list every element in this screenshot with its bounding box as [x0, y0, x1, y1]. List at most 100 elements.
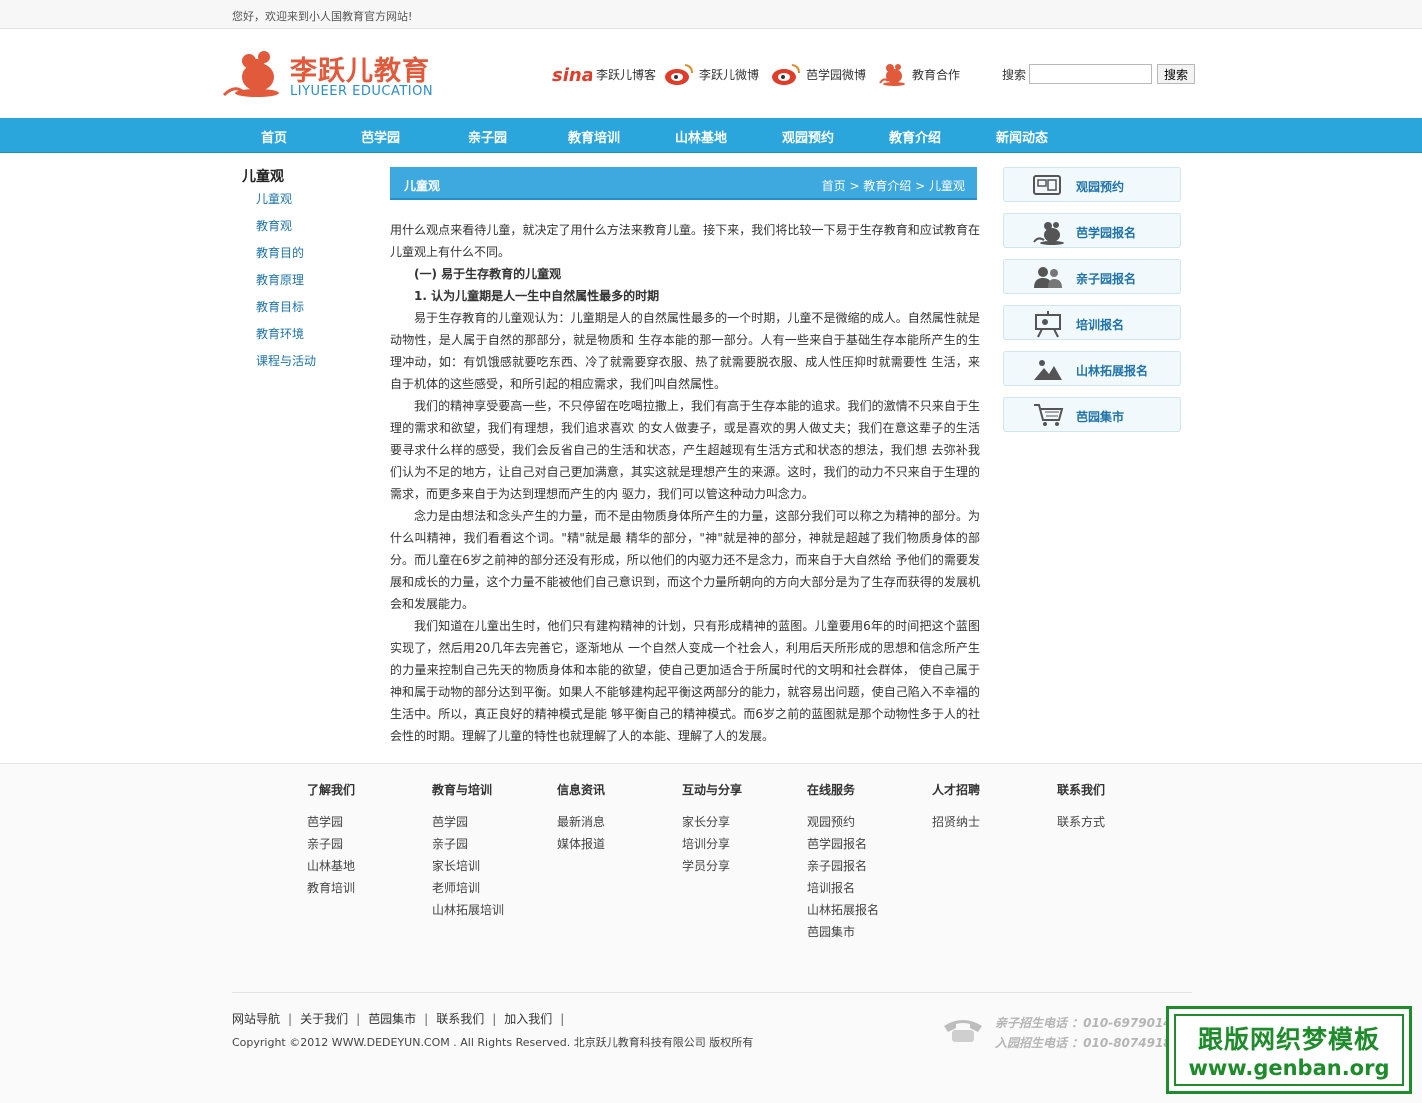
content-header: 儿童观 首页 > 教育介绍 > 儿童观 [390, 167, 977, 200]
sidebar-item-courses-activities[interactable]: 课程与活动 [256, 352, 316, 379]
separator: | [492, 1012, 497, 1026]
footer-column-service: 在线服务 观园预约 芭学园报名 亲子园报名 培训报名 山林拓展报名 芭园集市 [807, 781, 879, 945]
enrollment-phones: 亲子招生电话 ：010-6979014 入园招生电话 ：010-8074918 [995, 1013, 1175, 1053]
footer-link[interactable]: 家长培训 [432, 857, 504, 879]
search-input[interactable] [1029, 64, 1153, 84]
search-button[interactable]: 搜索 [1157, 64, 1196, 84]
footer-column-title: 联系我们 [1057, 783, 1106, 797]
social-blog-label: 李跃儿博客 [596, 67, 657, 82]
footer-link[interactable]: 芭学园 [307, 813, 355, 835]
footer-column-jobs: 人才招聘 招贤纳士 [932, 781, 980, 835]
footer-link[interactable]: 联系方式 [1057, 813, 1105, 835]
sidebar-item-education-environment[interactable]: 教育环境 [256, 325, 316, 352]
footer-link[interactable]: 观园预约 [807, 813, 879, 835]
social-cooperation-label: 教育合作 [912, 67, 961, 82]
footer-link[interactable]: 培训分享 [682, 835, 742, 857]
footer-link[interactable]: 家长分享 [682, 813, 742, 835]
nav-visit-booking[interactable]: 观园预约 [782, 127, 834, 146]
footer-column-title: 了解我们 [307, 783, 356, 797]
article-paragraph: 念力是由想法和念头产生的力量，而不是由物质身体所产生的力量，这部分我们可以称之为… [390, 509, 980, 611]
baxueyuan-signup-button[interactable]: 芭学园报名 [1003, 213, 1181, 248]
forest-signup-button[interactable]: 山林拓展报名 [1003, 351, 1181, 386]
nav-forest-base[interactable]: 山林基地 [675, 127, 727, 146]
training-signup-button[interactable]: 培训报名 [1003, 305, 1181, 340]
separator: | [560, 1012, 565, 1026]
site-logo[interactable]: 李跃儿教育 LIYUEER EDUCATION [220, 47, 450, 103]
sidebar-item-education-goal[interactable]: 教育目标 [256, 298, 316, 325]
footer-link[interactable]: 教育培训 [307, 879, 355, 901]
footer-divider [232, 992, 1192, 993]
forest-signup-label: 山林拓展报名 [1076, 364, 1149, 378]
footer-about-link[interactable]: 关于我们 [300, 1012, 348, 1026]
social-baxueyuan-weibo-label: 芭学园微博 [806, 67, 867, 82]
nav-education-intro[interactable]: 教育介绍 [889, 127, 941, 146]
footer-link[interactable]: 山林拓展培训 [432, 901, 504, 923]
social-cooperation-link[interactable]: 教育合作 [878, 60, 960, 88]
footer-column-contact: 联系我们 联系方式 [1057, 781, 1105, 835]
watermark-url: www.genban.org [1188, 1056, 1390, 1080]
sidebar-item-children-view[interactable]: 儿童观 [256, 190, 316, 217]
sidebar-item-education-view[interactable]: 教育观 [256, 217, 316, 244]
footer-column-title: 互动与分享 [682, 783, 743, 797]
article-heading: (一) 易于生存教育的儿童观 [414, 267, 562, 281]
footer-link[interactable]: 亲子园 [432, 835, 504, 857]
social-baxueyuan-weibo-link[interactable]: 芭学园微博 [770, 60, 866, 88]
separator: | [288, 1012, 293, 1026]
footer-column-news: 信息资讯 最新消息 媒体报道 [557, 781, 605, 857]
footer-bottom-links: 网站导航 | 关于我们 | 芭园集市 | 联系我们 | 加入我们 | [232, 1010, 572, 1027]
footer-column-education: 教育与培训 芭学园 亲子园 家长培训 老师培训 山林拓展培训 [432, 781, 504, 923]
nav-qinziyuan[interactable]: 亲子园 [468, 127, 507, 146]
qinziyuan-signup-button[interactable]: 亲子园报名 [1003, 259, 1181, 294]
sidebar-item-education-purpose[interactable]: 教育目的 [256, 244, 316, 271]
nav-home[interactable]: 首页 [261, 127, 287, 146]
footer-link[interactable]: 亲子园报名 [807, 857, 879, 879]
separator: | [356, 1012, 361, 1026]
svg-text:sina: sina [552, 65, 592, 86]
weibo-icon [772, 64, 800, 85]
footer-sitemap-link[interactable]: 网站导航 [232, 1012, 280, 1026]
social-weibo-link[interactable]: 李跃儿微博 [663, 60, 759, 88]
sidebar-item-education-principle[interactable]: 教育原理 [256, 271, 316, 298]
article-paragraph: 我们的精神享受要高一些，不只停留在吃喝拉撒上，我们有高于生存本能的追求。我们的激… [390, 399, 980, 501]
logo-english-name: LIYUEER EDUCATION [290, 84, 434, 99]
footer-join-link[interactable]: 加入我们 [504, 1012, 552, 1026]
footer-column-about: 了解我们 芭学园 亲子园 山林基地 教育培训 [307, 781, 355, 901]
footer-link[interactable]: 芭学园 [432, 813, 504, 835]
footer-link[interactable]: 培训报名 [807, 879, 879, 901]
nav-news[interactable]: 新闻动态 [996, 127, 1048, 146]
phone-line-2: 入园招生电话 ：010-8074918 [995, 1036, 1172, 1050]
mountain-icon [1034, 360, 1062, 380]
footer-column-share: 互动与分享 家长分享 培训分享 学员分享 [682, 781, 742, 879]
article-paragraph: 用什么观点来看待儿童，就决定了用什么方法来教育儿童。接下来，我们将比较一下易于生… [390, 223, 980, 259]
footer-link[interactable]: 媒体报道 [557, 835, 605, 857]
social-weibo-label: 李跃儿微博 [699, 67, 760, 82]
market-button[interactable]: 芭园集市 [1003, 397, 1181, 432]
nav-baxueyuan[interactable]: 芭学园 [361, 127, 400, 146]
footer-link[interactable]: 学员分享 [682, 857, 742, 879]
logo-chinese-name: 李跃儿教育 [290, 56, 430, 87]
sidebar-title: 儿童观 [242, 169, 284, 185]
breadcrumb[interactable]: 首页 > 教育介绍 > 儿童观 [822, 177, 965, 194]
footer-column-title: 教育与培训 [432, 783, 493, 797]
footer-link[interactable]: 最新消息 [557, 813, 605, 835]
separator: | [424, 1012, 429, 1026]
footer-contact-link[interactable]: 联系我们 [436, 1012, 484, 1026]
footer-link[interactable]: 亲子园 [307, 835, 355, 857]
mouse-logo-icon [222, 51, 279, 97]
article-paragraph: 易于生存教育的儿童观认为：儿童期是人的自然属性最多的一个时期，儿童不是微缩的成人… [390, 311, 980, 391]
welcome-text: 您好，欢迎来到小人国教育官方网站! [232, 10, 413, 23]
footer-link[interactable]: 芭园集市 [807, 923, 879, 945]
footer-link[interactable]: 老师培训 [432, 879, 504, 901]
content-title: 儿童观 [404, 179, 441, 193]
footer-link[interactable]: 山林拓展报名 [807, 901, 879, 923]
watermark-inner: 跟版网织梦模板 www.genban.org [1174, 1014, 1404, 1086]
footer-link[interactable]: 芭学园报名 [807, 835, 879, 857]
footer-link[interactable]: 山林基地 [307, 857, 355, 879]
footer-link[interactable]: 招贤纳士 [932, 813, 980, 835]
social-blog-link[interactable]: sina 李跃儿博客 [552, 60, 656, 88]
nav-education-training[interactable]: 教育培训 [568, 127, 620, 146]
visit-booking-button[interactable]: 观园预约 [1003, 167, 1181, 202]
mouse-icon [879, 64, 905, 86]
footer-market-link[interactable]: 芭园集市 [368, 1012, 416, 1026]
qinziyuan-signup-label: 亲子园报名 [1076, 272, 1137, 286]
